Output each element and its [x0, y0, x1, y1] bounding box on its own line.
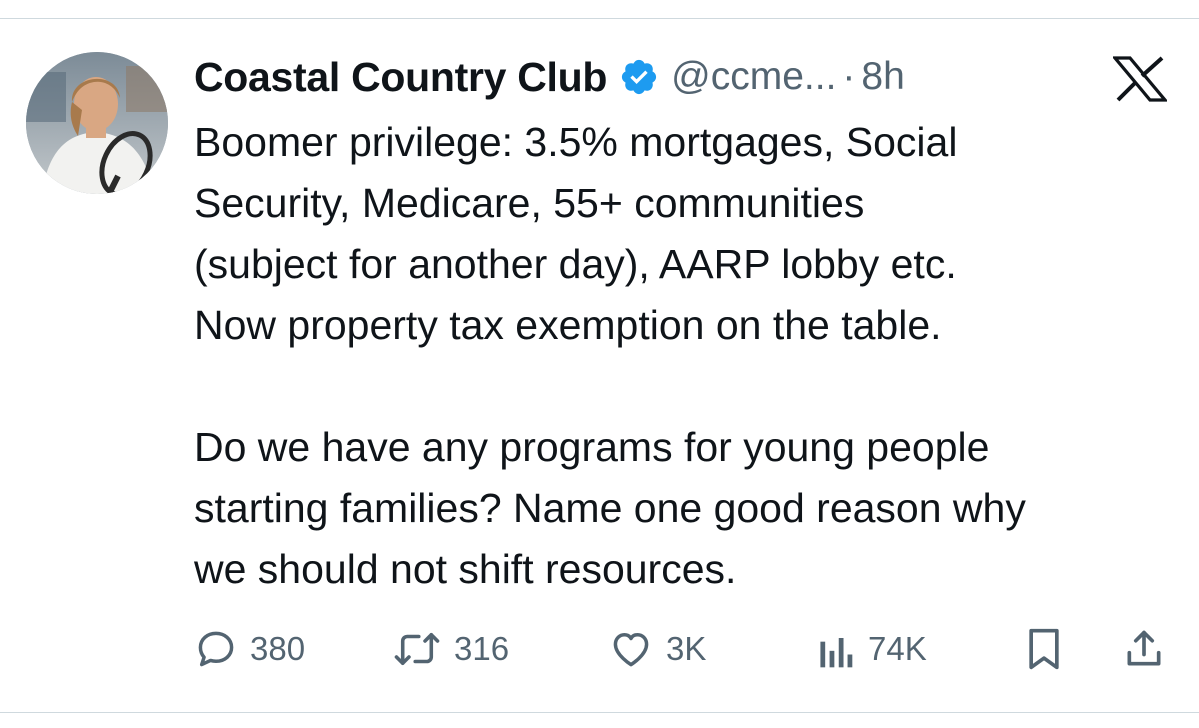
- separator-dot: ·: [842, 55, 856, 98]
- tweet-line: Do we have any programs for young people: [194, 424, 990, 470]
- avatar-photo: [26, 52, 168, 194]
- reply-count: 380: [250, 630, 306, 667]
- tweet-line: we should not shift resources.: [194, 546, 737, 592]
- views-button[interactable]: 74K: [816, 624, 927, 674]
- retweet-arrows-icon: [392, 627, 442, 671]
- display-name[interactable]: Coastal Country Club: [194, 54, 607, 101]
- tweet-line: starting families? Name one good reason …: [194, 485, 1026, 531]
- verified-badge-icon: [619, 57, 659, 97]
- tweet-line: Security, Medicare, 55+ communities: [194, 180, 865, 226]
- speech-bubble-icon: [194, 627, 238, 671]
- avatar[interactable]: [26, 52, 168, 194]
- user-handle[interactable]: @ccme...: [671, 55, 836, 99]
- retweet-button[interactable]: 316: [392, 624, 509, 674]
- tweet-line: Now property tax exemption on the table.: [194, 302, 942, 348]
- share-button[interactable]: [1124, 624, 1164, 674]
- x-logo-icon: [1111, 56, 1169, 102]
- tweet-text: Boomer privilege: 3.5% mortgages, Social…: [194, 112, 1184, 600]
- tweet-card[interactable]: Coastal Country Club @ccme... · 8h Boome…: [0, 0, 1199, 728]
- share-upload-icon: [1124, 627, 1164, 671]
- reply-button[interactable]: 380: [194, 624, 305, 674]
- action-bar: 380 316 3K 74K: [194, 624, 1174, 674]
- divider-top: [0, 18, 1199, 19]
- divider-bottom: [0, 712, 1199, 713]
- heart-outline-icon: [608, 627, 654, 671]
- tweet-line: Boomer privilege: 3.5% mortgages, Social: [194, 119, 958, 165]
- like-count: 3K: [666, 630, 707, 667]
- bookmark-button[interactable]: [1026, 624, 1062, 674]
- timestamp[interactable]: 8h: [861, 55, 904, 99]
- bar-chart-icon: [816, 627, 856, 671]
- bookmark-icon: [1026, 627, 1062, 671]
- like-button[interactable]: 3K: [608, 624, 706, 674]
- tweet-line: (subject for another day), AARP lobby et…: [194, 241, 957, 287]
- tweet-header: Coastal Country Club @ccme... · 8h: [194, 52, 905, 102]
- views-count: 74K: [868, 630, 927, 667]
- retweet-count: 316: [454, 630, 510, 667]
